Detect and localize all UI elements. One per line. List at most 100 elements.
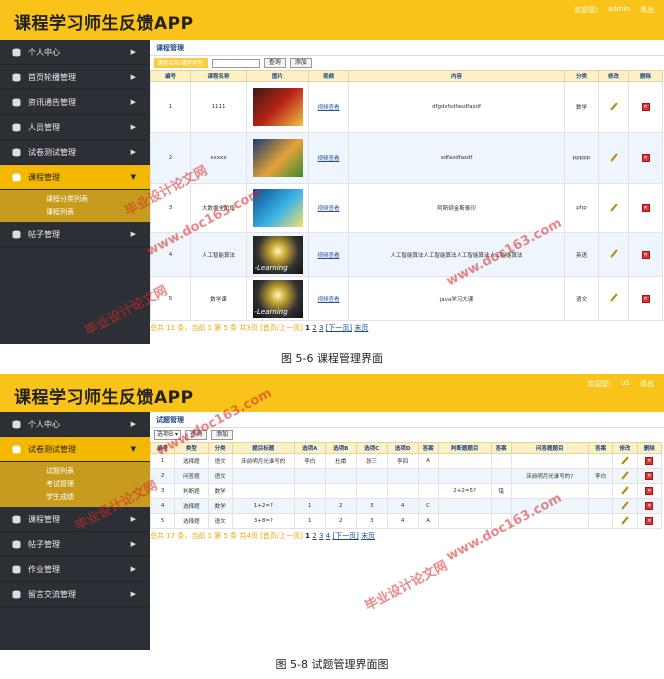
search-button[interactable]: 查询 [263, 58, 286, 68]
pencil-icon[interactable] [609, 101, 618, 111]
cell-edit [598, 132, 629, 184]
logout-link[interactable]: 退出 [640, 5, 654, 15]
sidebar-item-label: 作业管理 [28, 564, 60, 574]
table-cell [437, 498, 492, 514]
sidebar-item-carousel[interactable]: 首页轮播管理 ▶ [0, 65, 150, 90]
table-cell: 李白 [587, 468, 614, 484]
pencil-icon[interactable] [621, 500, 629, 510]
sidebar-item-messages[interactable]: 留言交流管理 ▶ [0, 582, 150, 607]
cell-delete: ✕ [636, 453, 663, 469]
submenu-student-scores[interactable]: 学生成绩 [0, 491, 150, 504]
delete-icon[interactable]: ✕ [645, 487, 654, 495]
cell-video: 视频查看 [308, 276, 349, 321]
sidebar-item-posts[interactable]: 帖子管理 ▶ [0, 222, 150, 247]
table-cell: 5 [149, 513, 176, 529]
table-cell [293, 468, 326, 484]
search-input[interactable] [211, 58, 260, 68]
video-link[interactable]: 视频查看 [317, 253, 339, 259]
delete-icon[interactable]: ✕ [645, 457, 654, 465]
pencil-icon[interactable] [621, 455, 629, 465]
sidebar-item-exams[interactable]: 试卷测试管理 ▼ [0, 437, 150, 462]
cell-delete: ✕ [628, 183, 663, 233]
pencil-icon[interactable] [609, 249, 618, 258]
pencil-icon[interactable] [609, 202, 618, 212]
logout-link[interactable]: 退出 [640, 379, 654, 389]
sidebar-item-courses[interactable]: 课程管理 ▶ [0, 507, 150, 532]
database-icon [12, 148, 21, 157]
submenu-question-list[interactable]: 试题列表 [0, 465, 150, 478]
delete-icon[interactable]: ✕ [645, 472, 654, 480]
video-link[interactable]: 视频查看 [317, 105, 339, 111]
pagination-page-1[interactable]: 1 [305, 324, 310, 332]
pencil-icon[interactable] [609, 152, 618, 162]
database-icon [12, 515, 21, 524]
video-link[interactable]: 视频查看 [317, 206, 339, 212]
sidebar-item-homework[interactable]: 作业管理 ▶ [0, 557, 150, 582]
submenu-exam-management[interactable]: 考试管理 [0, 478, 150, 491]
pagination-last[interactable]: 末页 [354, 324, 368, 332]
app-header: 课程学习师生反馈APP 欢迎您! admin 退出 [0, 0, 664, 40]
cell-image [246, 183, 309, 233]
table-cell [490, 498, 512, 514]
table-row: 3 判断题 数学 2+2=5? 错 ✕ [149, 483, 663, 499]
pencil-icon[interactable] [621, 470, 629, 480]
pagination: 总共 11 条，当前 1 第 5 条 共3页 [首页/上一页] 1 2 3 [下… [150, 323, 664, 333]
pagination-next[interactable]: [下一页] [332, 532, 358, 540]
question-management-screenshot: 课程学习师生反馈APP 欢迎您! u1 退出 个人中心 ▶ 试卷测试管理 ▼ 试题列… [0, 374, 664, 650]
pencil-icon[interactable] [621, 515, 629, 525]
sidebar-item-personal-center[interactable]: 个人中心 ▶ [0, 40, 150, 65]
delete-icon[interactable]: ✕ [641, 154, 650, 162]
pagination-page-2[interactable]: 2 [312, 324, 316, 332]
delete-icon[interactable]: ✕ [645, 502, 654, 510]
sidebar-item-news[interactable]: 资讯通告管理 ▶ [0, 90, 150, 115]
exams-submenu: 试题列表 考试管理 学生成绩 [0, 462, 150, 507]
video-link[interactable]: 视频查看 [317, 297, 339, 303]
delete-icon[interactable]: ✕ [645, 517, 654, 525]
sidebar-item-posts[interactable]: 帖子管理 ▶ [0, 532, 150, 557]
submenu-course-list[interactable]: 课程列表 [0, 206, 150, 219]
sidebar-item-exams[interactable]: 试卷测试管理 ▶ [0, 140, 150, 165]
table-row: 4 选择题 数学 1+2=? 1 2 3 4 C ✕ [149, 498, 663, 514]
table-row: 2 问答题 语文 床前明月光谁写的? 李白 ✕ [149, 468, 663, 484]
table-cell: 判断题 [174, 483, 209, 499]
pagination-page-1[interactable]: 1 [305, 532, 310, 540]
delete-icon[interactable]: ✕ [641, 250, 650, 259]
type-select[interactable]: 选项B ▾ [154, 430, 182, 440]
chevron-down-icon: ▼ [130, 173, 136, 181]
table-cell [355, 483, 388, 499]
add-button[interactable]: 添加 [211, 430, 234, 440]
cell-content: java学习大课 [348, 276, 565, 321]
pagination-page-3[interactable]: 3 [319, 532, 323, 540]
pagination-next[interactable]: [下一页] [326, 324, 352, 332]
figure-caption: 图 5-8 试题管理界面图 [275, 658, 389, 671]
add-button[interactable]: 添加 [289, 58, 312, 68]
pagination-first-prev[interactable]: [首页/上一页] [260, 532, 303, 540]
delete-icon[interactable]: ✕ [641, 103, 650, 111]
sidebar-item-label: 人员管理 [28, 122, 60, 132]
pagination-page-4[interactable]: 4 [326, 532, 330, 540]
thumbnail-text: -Learning [254, 307, 288, 316]
cell-edit [612, 498, 638, 514]
col-header: 选项C [355, 442, 388, 454]
pagination-page-2[interactable]: 2 [312, 532, 316, 540]
sidebar-item-users[interactable]: 人员管理 ▶ [0, 115, 150, 140]
cell-video: 视频查看 [308, 132, 349, 184]
submenu-course-category[interactable]: 课程分类列表 [0, 193, 150, 206]
pencil-icon[interactable] [621, 485, 629, 495]
delete-icon[interactable]: ✕ [641, 294, 650, 303]
pagination-page-3[interactable]: 3 [319, 324, 323, 332]
cell-category: php [564, 183, 599, 233]
cell-name: 大数据全阶段 [190, 183, 247, 233]
chevron-right-icon: ▶ [130, 123, 136, 131]
search-label: 课程名称/课程类型: [154, 58, 208, 68]
pagination-first-prev[interactable]: [首页/上一页] [260, 324, 303, 332]
col-header: 分类 [564, 70, 599, 82]
delete-icon[interactable]: ✕ [641, 204, 650, 212]
pencil-icon[interactable] [609, 293, 618, 302]
app-title: 课程学习师生反馈APP [14, 14, 194, 34]
search-button[interactable]: 查询 [185, 430, 208, 440]
video-link[interactable]: 视频查看 [317, 156, 339, 162]
pagination-last[interactable]: 末页 [361, 532, 375, 540]
sidebar-item-personal-center[interactable]: 个人中心 ▶ [0, 412, 150, 437]
sidebar-item-courses[interactable]: 课程管理 ▼ [0, 165, 150, 190]
